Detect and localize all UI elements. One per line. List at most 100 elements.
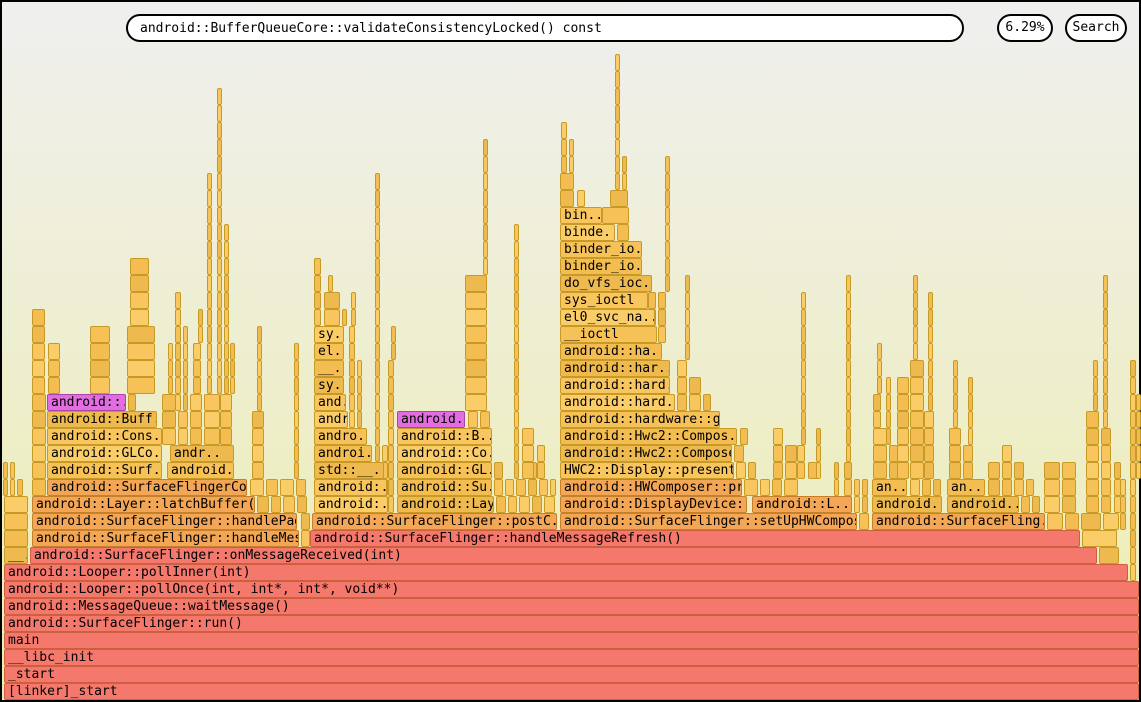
flame-frame[interactable] [928, 326, 933, 343]
flame-frame[interactable] [1103, 360, 1108, 377]
flame-frame[interactable] [217, 105, 222, 122]
flame-frame[interactable] [1002, 462, 1012, 479]
flame-frame[interactable] [342, 309, 347, 326]
flame-frame[interactable] [388, 479, 394, 496]
flame-frame[interactable]: binder_io.. [560, 258, 642, 275]
flame-frame[interactable] [3, 462, 8, 479]
flame-frame[interactable] [677, 360, 687, 377]
flame-frame[interactable] [32, 343, 45, 360]
flame-frame[interactable] [772, 479, 782, 496]
flame-frame[interactable] [375, 292, 380, 309]
flame-frame[interactable] [388, 360, 394, 377]
flame-frame[interactable] [1103, 343, 1108, 360]
flame-frame[interactable] [230, 377, 235, 394]
flame-frame[interactable] [294, 445, 299, 462]
flame-frame[interactable] [207, 309, 212, 326]
flame-frame[interactable] [949, 428, 961, 445]
flame-frame[interactable]: binde.. [560, 224, 615, 241]
flame-frame[interactable] [615, 173, 620, 190]
flame-frame[interactable] [483, 173, 488, 190]
flame-frame[interactable] [220, 394, 232, 411]
flame-frame[interactable] [1114, 462, 1121, 479]
flame-frame[interactable] [388, 411, 394, 428]
flame-frame[interactable]: android::MessageQueue::waitMessage() [4, 598, 1139, 615]
flame-frame[interactable] [127, 343, 155, 360]
flame-frame[interactable] [257, 326, 262, 343]
flame-frame[interactable] [375, 173, 380, 190]
flame-frame[interactable] [846, 394, 851, 411]
flame-frame[interactable] [32, 377, 45, 394]
flame-frame[interactable] [90, 377, 110, 394]
flame-frame[interactable] [388, 462, 394, 479]
flame-frame[interactable]: android.. [947, 496, 1019, 513]
flame-frame[interactable]: sy.. [314, 326, 344, 343]
flame-frame[interactable] [1103, 326, 1108, 343]
flame-frame[interactable] [483, 190, 488, 207]
flame-frame[interactable] [168, 377, 173, 394]
flame-frame[interactable] [1086, 496, 1099, 513]
flame-frame[interactable] [665, 258, 670, 275]
flame-frame[interactable] [561, 139, 567, 156]
flame-frame[interactable] [886, 377, 891, 394]
flame-frame[interactable] [357, 377, 362, 394]
flame-frame[interactable] [924, 445, 934, 462]
flame-frame[interactable] [207, 224, 212, 241]
flame-frame[interactable]: android::Buff.. [47, 411, 157, 428]
flame-frame[interactable] [913, 309, 918, 326]
flame-frame[interactable]: main [4, 632, 1139, 649]
flame-frame[interactable] [1002, 445, 1012, 462]
flame-frame[interactable] [351, 309, 356, 326]
flame-frame[interactable] [1103, 309, 1108, 326]
flame-frame[interactable] [519, 496, 530, 513]
flame-frame[interactable] [217, 326, 222, 343]
flame-frame[interactable] [1044, 479, 1060, 496]
flame-frame[interactable] [1136, 462, 1141, 479]
flame-frame[interactable] [846, 377, 851, 394]
flame-frame[interactable] [532, 496, 542, 513]
flame-frame[interactable] [224, 360, 229, 377]
flame-frame[interactable] [913, 292, 918, 309]
flame-frame[interactable] [314, 275, 321, 292]
search-button[interactable]: Search [1065, 14, 1127, 42]
flame-frame[interactable] [175, 292, 181, 309]
flame-frame[interactable] [90, 343, 110, 360]
flame-frame[interactable]: __ioctl [560, 326, 657, 343]
flame-frame[interactable] [301, 513, 310, 530]
flame-frame[interactable] [382, 445, 388, 462]
flame-frame[interactable] [797, 445, 805, 462]
flame-frame[interactable] [314, 292, 321, 309]
flame-frame[interactable] [217, 241, 222, 258]
flame-frame[interactable] [483, 156, 488, 173]
flame-frame[interactable] [897, 462, 909, 479]
flame-frame[interactable] [230, 343, 235, 360]
flame-frame[interactable]: android::Hwc2::Compose.. [560, 445, 732, 462]
flame-frame[interactable] [910, 411, 924, 428]
flame-frame[interactable]: and.. [314, 394, 346, 411]
flame-frame[interactable] [897, 445, 909, 462]
flame-frame[interactable] [328, 275, 333, 292]
flame-frame[interactable] [539, 479, 548, 496]
flame-frame[interactable] [846, 411, 851, 428]
flame-frame[interactable] [859, 513, 869, 530]
flame-frame[interactable] [514, 292, 519, 309]
flame-frame[interactable] [283, 496, 295, 513]
flame-frame[interactable] [1101, 479, 1111, 496]
flame-frame[interactable]: android::SurfaceFlinger::postC.. [312, 513, 557, 530]
flame-frame[interactable] [928, 360, 933, 377]
flame-frame[interactable] [4, 496, 28, 513]
flame-frame[interactable] [544, 496, 555, 513]
flame-frame[interactable] [561, 156, 567, 173]
flame-frame[interactable] [207, 326, 212, 343]
flame-frame[interactable] [465, 343, 487, 360]
flame-frame[interactable] [801, 292, 806, 309]
flame-frame[interactable] [854, 496, 860, 513]
flame-frame[interactable]: bin.. [560, 207, 602, 224]
flame-frame[interactable] [658, 309, 666, 326]
flame-frame[interactable] [933, 479, 941, 496]
flame-frame[interactable]: [linker]_start [4, 683, 1139, 700]
flame-frame[interactable] [483, 258, 488, 275]
flame-frame[interactable] [1086, 445, 1099, 462]
flame-frame[interactable] [349, 360, 355, 377]
flame-frame[interactable] [953, 394, 958, 411]
flame-frame[interactable] [514, 275, 519, 292]
